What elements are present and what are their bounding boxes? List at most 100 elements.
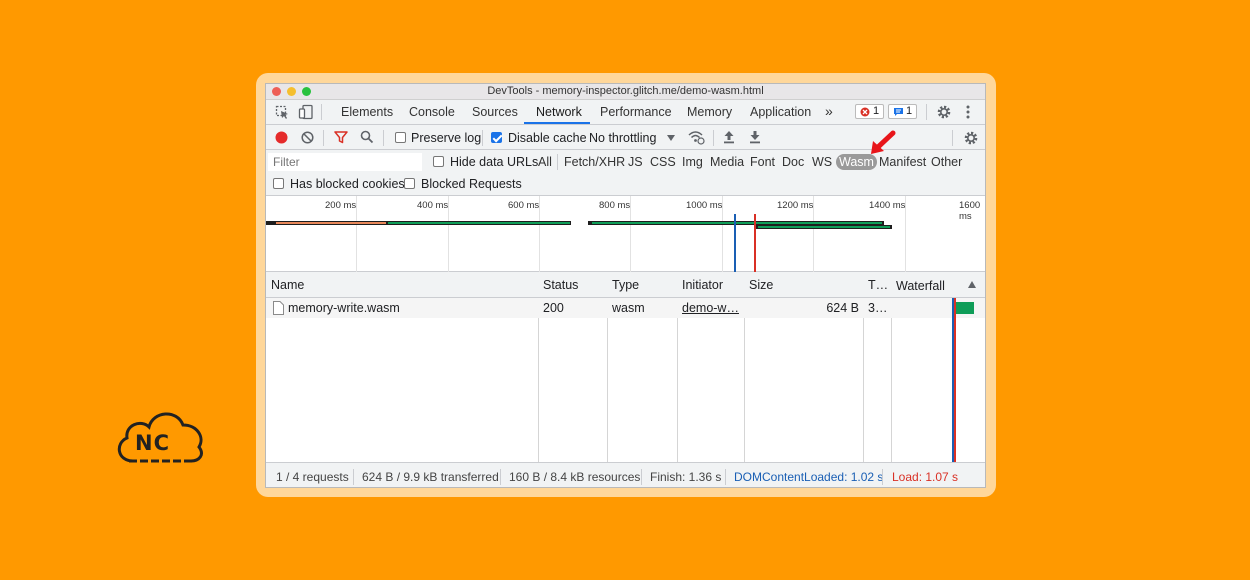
network-settings-gear-icon[interactable]	[963, 130, 979, 146]
overview-request-bar-download	[592, 222, 882, 224]
preserve-log-label: Preserve log	[411, 131, 482, 145]
network-conditions-wifi-icon[interactable]	[688, 130, 705, 145]
tab-performance[interactable]: Performance	[600, 105, 672, 119]
filter-separator	[557, 154, 558, 170]
tabbar-separator	[926, 104, 927, 120]
record-icon[interactable]	[275, 131, 288, 144]
filter-funnel-icon[interactable]	[334, 131, 348, 144]
filter-type-img[interactable]: Img	[682, 155, 703, 169]
toolbar-separator	[482, 130, 483, 146]
request-initiator-link[interactable]: demo-w…	[682, 301, 739, 315]
status-transferred: 624 B / 9.9 kB transferred	[362, 470, 499, 484]
clear-icon[interactable]	[301, 131, 314, 144]
request-time: 3…	[868, 301, 888, 315]
filter-type-ws[interactable]: WS	[812, 155, 832, 169]
filter-input[interactable]	[268, 153, 422, 171]
devtools-window: DevTools - memory-inspector.glitch.me/de…	[265, 83, 986, 488]
logo-text: NC	[135, 431, 170, 455]
import-har-upload-icon[interactable]	[723, 130, 735, 144]
column-header-size[interactable]: Size	[749, 278, 773, 292]
disable-cache-label: Disable cache	[508, 131, 587, 145]
request-name[interactable]: memory-write.wasm	[288, 301, 533, 315]
active-tab-indicator	[524, 122, 590, 124]
sort-ascending-icon[interactable]	[968, 281, 976, 288]
timeline-tick-label: 600 ms	[508, 200, 540, 211]
column-header-waterfall[interactable]: Waterfall	[896, 279, 945, 293]
dom-content-loaded-marker	[734, 214, 736, 272]
timeline-tick-label: 1000 ms	[686, 200, 723, 211]
nc-cloud-logo: NC	[113, 407, 205, 467]
timeline-tick-label: 800 ms	[599, 200, 631, 211]
request-size: 624 B	[826, 301, 859, 315]
annotation-arrow-icon	[871, 130, 896, 154]
column-header-type[interactable]: Type	[612, 278, 639, 292]
has-blocked-cookies-label: Has blocked cookies	[290, 177, 405, 191]
inspect-element-icon[interactable]	[275, 105, 290, 120]
error-icon	[860, 107, 870, 117]
tab-memory[interactable]: Memory	[687, 105, 732, 119]
load-event-marker	[754, 214, 756, 272]
toolbar-separator	[323, 130, 324, 146]
toolbar-separator	[713, 130, 714, 146]
tab-console[interactable]: Console	[409, 105, 455, 119]
column-header-time[interactable]: T…	[868, 278, 888, 292]
overview-request-bar-download	[758, 226, 890, 228]
disable-cache-checkbox[interactable]	[491, 132, 502, 143]
filter-type-all[interactable]: All	[538, 155, 552, 169]
window-title: DevTools - memory-inspector.glitch.me/de…	[487, 85, 764, 97]
message-count-badge[interactable]: 1	[888, 104, 918, 119]
timeline-tick-label: 1400 ms	[869, 200, 906, 211]
blocked-requests-label: Blocked Requests	[421, 177, 522, 191]
filter-type-other[interactable]: Other	[931, 155, 962, 169]
filter-type-media[interactable]: Media	[710, 155, 744, 169]
tab-elements[interactable]: Elements	[341, 105, 393, 119]
title-bar: DevTools - memory-inspector.glitch.me/de…	[266, 84, 985, 100]
blocked-requests-checkbox[interactable]	[404, 178, 415, 189]
filter-type-css[interactable]: CSS	[650, 155, 676, 169]
filter-type-wasm[interactable]: Wasm	[836, 154, 877, 170]
request-table-header: Name Status Type Initiator Size T… Water…	[266, 272, 985, 298]
status-bar: 1 / 4 requests 624 B / 9.9 kB transferre…	[266, 462, 985, 487]
status-separator	[353, 469, 354, 485]
settings-gear-icon[interactable]	[936, 104, 952, 120]
more-tabs-button[interactable]: »	[825, 103, 833, 119]
waterfall-bar	[956, 302, 974, 314]
status-separator	[882, 469, 883, 485]
timeline-tick-label: 400 ms	[417, 200, 449, 211]
has-blocked-cookies-checkbox[interactable]	[273, 178, 284, 189]
error-count-badge[interactable]: 1	[855, 104, 885, 119]
preserve-log-checkbox[interactable]	[395, 132, 406, 143]
tabbar-separator	[321, 104, 322, 120]
column-header-initiator[interactable]: Initiator	[682, 278, 723, 292]
toolbar-separator	[952, 130, 953, 146]
dropdown-arrow-icon[interactable]	[667, 135, 675, 141]
hide-data-urls-checkbox[interactable]	[433, 156, 444, 167]
status-load: Load: 1.07 s	[892, 470, 959, 484]
request-type: wasm	[612, 301, 645, 315]
timeline-tick-label: 1200 ms	[777, 200, 814, 211]
timeline-tick-label: 200 ms	[325, 200, 357, 211]
message-icon	[894, 108, 903, 116]
column-header-name[interactable]: Name	[271, 278, 304, 292]
column-header-status[interactable]: Status	[543, 278, 578, 292]
filter-type-fetch-xhr[interactable]: Fetch/XHR	[564, 155, 625, 169]
filter-type-js[interactable]: JS	[628, 155, 643, 169]
table-row[interactable]: memory-write.wasm 200 wasm demo-w… 624 B…	[266, 298, 985, 318]
search-icon[interactable]	[360, 130, 374, 144]
overview-timeline[interactable]: 200 ms 400 ms 600 ms 800 ms 1000 ms 1200…	[266, 196, 985, 272]
tab-sources[interactable]: Sources	[472, 105, 518, 119]
device-toolbar-icon[interactable]	[298, 104, 314, 120]
tab-application[interactable]: Application	[750, 105, 811, 119]
export-har-download-icon[interactable]	[749, 130, 761, 144]
overview-request-bar-download	[388, 222, 570, 224]
filter-type-manifest[interactable]: Manifest	[879, 155, 926, 169]
filter-type-doc[interactable]: Doc	[782, 155, 804, 169]
hide-data-urls-label: Hide data URLs	[450, 155, 539, 169]
file-icon	[273, 301, 284, 315]
throttling-select[interactable]: No throttling	[589, 131, 656, 145]
tab-network[interactable]: Network	[536, 105, 582, 119]
panel-tab-bar: Elements Console Sources Network Perform…	[266, 100, 985, 125]
filter-type-font[interactable]: Font	[750, 155, 775, 169]
status-separator	[725, 469, 726, 485]
kebab-menu-icon[interactable]	[965, 104, 971, 120]
